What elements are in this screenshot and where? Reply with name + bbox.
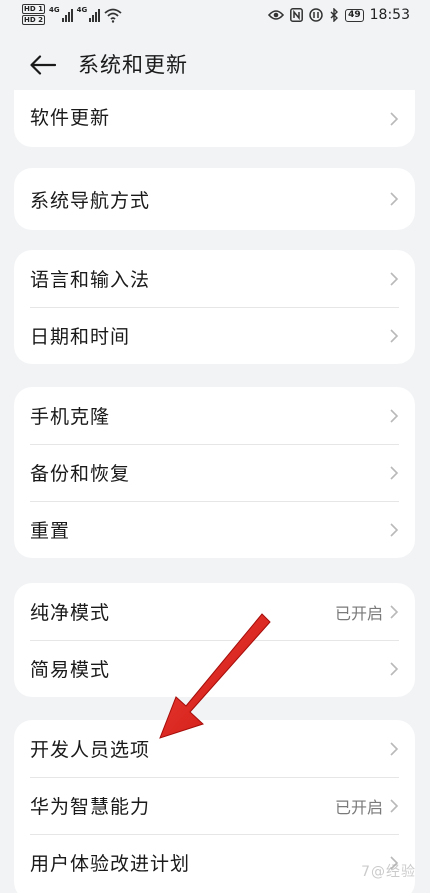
page-title: 系统和更新 [78,53,188,77]
hd-badges: HD 1 HD 2 [22,4,45,25]
status-bar-left: HD 1 HD 2 4G 4G [22,4,122,25]
settings-card-developer: 开发人员选项 华为智慧能力 已开启 用户体验改进计划 [14,720,415,893]
settings-item-value: 已开启 [334,797,383,817]
settings-item-date-time[interactable]: 日期和时间 [14,307,415,364]
settings-item-label: 软件更新 [30,107,111,129]
back-button[interactable] [26,50,60,80]
settings-item-label: 备份和恢复 [30,463,131,485]
settings-item-label: 系统导航方式 [30,189,151,212]
settings-card-update: 软件更新 [14,90,415,147]
settings-card-language: 语言和输入法 日期和时间 [14,250,415,364]
app-header: 系统和更新 [0,40,430,90]
eye-icon [268,10,285,20]
vibrate-icon [309,8,323,22]
chevron-right-icon [390,604,399,619]
chevron-right-icon [390,741,399,756]
network-type-2: 4G [76,6,88,14]
clock: 18:53 [369,7,410,23]
bluetooth-icon [330,8,339,22]
settings-item-label: 简易模式 [30,659,111,681]
settings-item-pure-mode[interactable]: 纯净模式 已开启 [14,583,415,640]
settings-item-backup-restore[interactable]: 备份和恢复 [14,444,415,501]
chevron-right-icon [390,408,399,423]
status-bar-right: 49 18:53 [268,7,410,23]
settings-item-huawei-smart-ability[interactable]: 华为智慧能力 已开启 [14,777,415,834]
hd2-badge: HD 2 [22,15,45,25]
settings-card-navigation: 系统导航方式 [14,168,415,230]
settings-item-label: 日期和时间 [30,326,131,348]
settings-item-label: 开发人员选项 [30,739,151,761]
settings-card-backup: 手机克隆 备份和恢复 重置 [14,387,415,558]
chevron-right-icon [390,522,399,537]
settings-item-software-update[interactable]: 软件更新 [14,90,415,147]
settings-card-modes: 纯净模式 已开启 简易模式 [14,583,415,697]
settings-item-label: 手机克隆 [30,406,111,428]
signal-icon-1: 4G [49,6,73,22]
chevron-right-icon [390,271,399,286]
settings-item-label: 语言和输入法 [30,269,151,291]
chevron-right-icon [390,661,399,676]
chevron-right-icon [390,111,399,126]
settings-item-label: 用户体验改进计划 [30,853,191,875]
chevron-right-icon [390,192,399,206]
chevron-right-icon [390,798,399,813]
settings-item-language-input[interactable]: 语言和输入法 [14,250,415,307]
signal-icon-2: 4G [77,6,101,22]
settings-item-developer-options[interactable]: 开发人员选项 [14,720,415,777]
battery-icon: 49 [345,8,364,22]
wifi-icon [104,8,122,23]
watermark: 7@经验 [361,864,416,880]
settings-item-phone-clone[interactable]: 手机克隆 [14,387,415,444]
settings-item-value: 已开启 [334,603,383,623]
settings-item-system-navigation[interactable]: 系统导航方式 [14,168,415,230]
chevron-right-icon [390,465,399,480]
network-type-1: 4G [48,6,60,14]
settings-item-simple-mode[interactable]: 简易模式 [14,640,415,697]
settings-item-label: 纯净模式 [30,602,111,624]
settings-item-label: 重置 [30,520,71,542]
settings-item-reset[interactable]: 重置 [14,501,415,558]
settings-item-user-experience[interactable]: 用户体验改进计划 [14,834,415,891]
nfc-icon [290,8,304,22]
back-arrow-icon [30,55,56,75]
status-bar: HD 1 HD 2 4G 4G 49 18:53 [0,0,430,32]
chevron-right-icon [390,328,399,343]
hd1-badge: HD 1 [22,4,45,14]
settings-item-label: 华为智慧能力 [30,796,151,818]
